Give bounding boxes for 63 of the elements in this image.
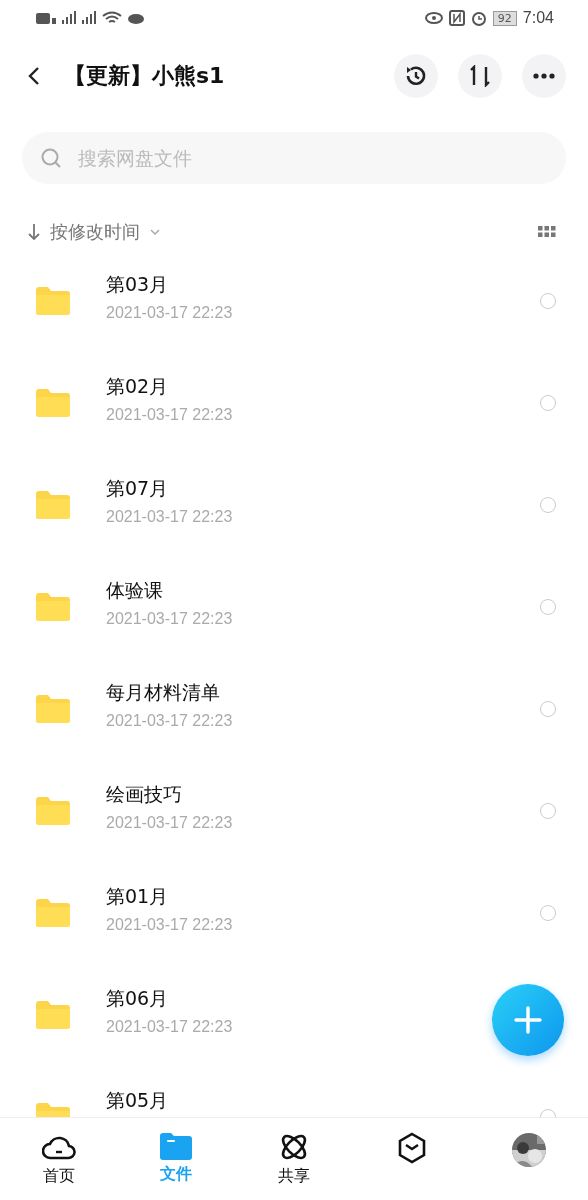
atom-icon: [279, 1132, 309, 1162]
folder-icon: [36, 695, 70, 723]
transfer-button[interactable]: [458, 54, 502, 98]
sort-dropdown[interactable]: 按修改时间: [28, 220, 160, 244]
wifi-icon: [102, 11, 122, 25]
file-name: 第01月: [106, 884, 169, 908]
grid-icon: [538, 226, 556, 238]
clock-time: 7:04: [522, 9, 554, 27]
file-row[interactable]: 第02月 2021-03-17 22:23: [0, 352, 588, 454]
file-row[interactable]: 第07月 2021-03-17 22:23: [0, 454, 588, 556]
file-row[interactable]: 第01月 2021-03-17 22:23: [0, 862, 588, 964]
back-icon: [28, 66, 40, 86]
file-date: 2021-03-17 22:23: [106, 304, 233, 322]
file-name: 绘画技巧: [106, 782, 182, 806]
add-button[interactable]: [492, 984, 564, 1056]
hexagon-icon: [396, 1132, 427, 1164]
grid-view-button[interactable]: [538, 226, 556, 238]
file-name: 第07月: [106, 476, 169, 500]
file-name: 体验课: [106, 578, 163, 602]
file-name: 第06月: [106, 986, 169, 1010]
search-bar[interactable]: 搜索网盘文件: [22, 132, 566, 184]
more-button[interactable]: [522, 54, 566, 98]
file-name: 每月材料清单: [106, 680, 220, 704]
nav-tab[interactable]: 首页: [0, 1118, 118, 1200]
battery-level: 92: [492, 10, 517, 26]
plus-icon: [514, 1006, 542, 1034]
file-name: 第02月: [106, 374, 169, 398]
down-arrow-icon: [28, 223, 40, 241]
file-date: 2021-03-17 22:23: [106, 916, 233, 934]
nav-tab[interactable]: 共享: [235, 1118, 353, 1200]
search-input[interactable]: 搜索网盘文件: [76, 146, 548, 170]
eye-icon: [424, 12, 443, 24]
folder-icon: [36, 389, 70, 417]
folder-icon: [36, 491, 70, 519]
file-date: 2021-03-17 22:23: [106, 610, 233, 628]
folder-icon: [36, 797, 70, 825]
file-row[interactable]: 第03月 2021-03-17 22:23: [0, 250, 588, 352]
signal-icon: [62, 10, 76, 26]
folder-title: 【更新】小熊s1: [64, 62, 226, 90]
folder-icon: [36, 287, 70, 315]
file-name: 第05月: [106, 1088, 169, 1112]
search-icon: [40, 147, 62, 169]
more-icon: [533, 73, 555, 79]
folder-icon: [36, 899, 70, 927]
file-date: 2021-03-17 22:23: [106, 1018, 233, 1036]
folder-icon: [36, 1001, 70, 1029]
file-date: 2021-03-17 22:23: [106, 406, 233, 424]
history-button[interactable]: [394, 54, 438, 98]
hd-icon: [36, 10, 56, 26]
nfc-icon: [448, 10, 465, 26]
file-date: 2021-03-17 22:23: [106, 712, 233, 730]
signal-icon: [82, 10, 96, 26]
file-row[interactable]: 绘画技巧 2021-03-17 22:23: [0, 760, 588, 862]
alarm-icon: [470, 10, 487, 26]
folder-icon: [160, 1132, 193, 1160]
folder-icon: [36, 593, 70, 621]
file-row[interactable]: 每月材料清单 2021-03-17 22:23: [0, 658, 588, 760]
file-date: 2021-03-17 22:23: [106, 508, 233, 526]
file-name: 第03月: [106, 272, 169, 296]
caret-icon: [150, 229, 160, 235]
file-date: 2021-03-17 22:23: [106, 814, 233, 832]
file-row[interactable]: 体验课 2021-03-17 22:23: [0, 556, 588, 658]
transfer-icon: [469, 65, 491, 87]
